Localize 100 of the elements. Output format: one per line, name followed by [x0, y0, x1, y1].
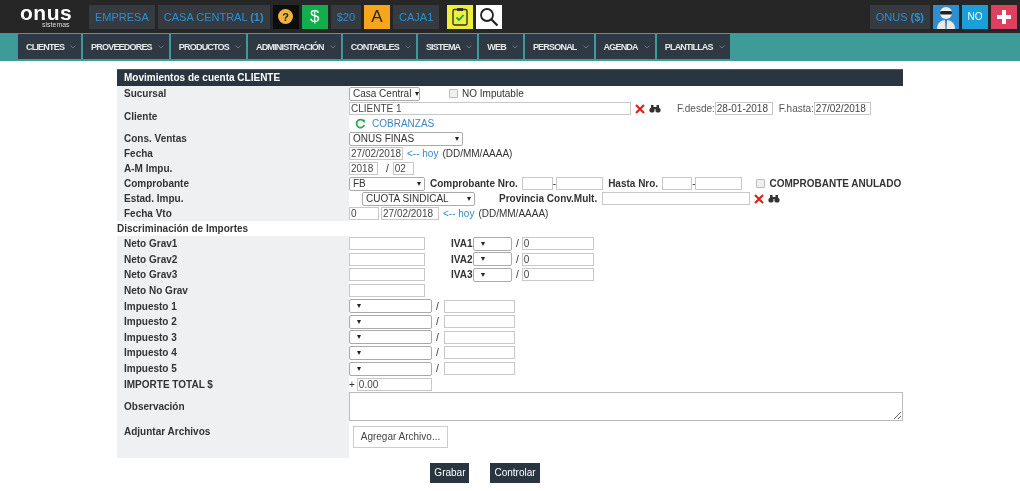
- tax-select[interactable]: [349, 345, 432, 360]
- field-label: Impuesto 4: [117, 345, 349, 361]
- checkbox[interactable]: [449, 89, 458, 98]
- sales-select[interactable]: ONUS FINAS: [349, 131, 463, 146]
- menu-tab[interactable]: PERSONAL: [524, 34, 594, 59]
- plus-sign: +: [349, 378, 355, 390]
- add-button[interactable]: [991, 4, 1017, 29]
- tax-select[interactable]: [349, 361, 432, 376]
- field-label: IVA2: [451, 253, 473, 265]
- menu-tab[interactable]: ADMINISTRACIÓN: [247, 34, 341, 59]
- field-label: A-M Impu.: [117, 161, 349, 176]
- menu-tab[interactable]: PRODUCTOS: [170, 34, 246, 59]
- number-field[interactable]: [521, 177, 553, 190]
- amount-field[interactable]: [349, 284, 425, 298]
- vat-amount-field[interactable]: 0: [521, 268, 594, 282]
- date-from-label: F.desde:: [677, 103, 715, 114]
- today-link[interactable]: <-- hoy: [407, 148, 439, 159]
- checkbox[interactable]: [756, 179, 766, 188]
- checkbox-label: NO Imputable: [462, 88, 524, 99]
- separator: /: [516, 269, 519, 281]
- due-date-field[interactable]: 27/02/2018: [381, 207, 439, 220]
- chevron-down-icon: [466, 44, 473, 49]
- form-title: Movimientos de cuenta CLIENTE: [117, 69, 903, 86]
- menu-tab[interactable]: SISTEMA: [417, 34, 478, 59]
- tax-select[interactable]: [349, 330, 432, 345]
- action-button[interactable]: Controlar: [490, 462, 540, 483]
- separator: /: [516, 238, 519, 250]
- tax-amount-field[interactable]: [443, 346, 515, 360]
- binoculars-icon[interactable]: [768, 194, 781, 203]
- close-icon[interactable]: [754, 193, 765, 204]
- amount-field[interactable]: [349, 252, 425, 266]
- clipboard-check-icon: [452, 7, 469, 26]
- menu-tab[interactable]: AGENDA: [595, 34, 655, 59]
- profile-button[interactable]: [933, 4, 959, 29]
- field-label: IVA1: [451, 238, 473, 250]
- menu-tab[interactable]: PROVEEDORES: [83, 34, 169, 59]
- date-to-field[interactable]: 27/02/2018: [813, 102, 871, 115]
- number-field[interactable]: [662, 177, 693, 190]
- action-button[interactable]: Grabar: [430, 462, 470, 483]
- days-field[interactable]: 0: [349, 207, 379, 220]
- menu-tab[interactable]: CONTABLES: [342, 34, 416, 59]
- cash-letter-button[interactable]: A: [364, 4, 390, 29]
- menu-tab[interactable]: CLIENTES: [18, 34, 82, 59]
- tax-amount-field[interactable]: [443, 299, 515, 313]
- amount-field[interactable]: [349, 268, 425, 282]
- number-field[interactable]: [556, 177, 604, 190]
- vat-amount-field[interactable]: 0: [521, 252, 594, 266]
- vat-select[interactable]: [473, 236, 512, 251]
- date-field[interactable]: 27/02/2018: [349, 147, 403, 160]
- amount-field[interactable]: [349, 237, 425, 251]
- search-button[interactable]: [476, 4, 503, 29]
- separator: -: [552, 178, 557, 189]
- separator: /: [436, 300, 439, 312]
- field-label: Provincia Conv.Mult.: [499, 193, 598, 204]
- branch-select[interactable]: Casa Central: [349, 86, 420, 101]
- menu-tab[interactable]: WEB: [479, 34, 523, 59]
- separator: /: [436, 316, 439, 328]
- field-label: Cliente: [117, 101, 349, 131]
- menu-tab[interactable]: PLANTILLAS: [656, 34, 730, 59]
- refresh-icon[interactable]: [355, 118, 366, 129]
- number-field[interactable]: [695, 177, 743, 190]
- avatar-icon: [935, 4, 957, 29]
- vat-amount-field[interactable]: 0: [521, 237, 594, 251]
- tax-amount-field[interactable]: [443, 330, 515, 344]
- field-label: IMPORTE TOTAL $: [117, 376, 349, 392]
- clipboard-button[interactable]: [447, 4, 474, 29]
- client-field[interactable]: CLIENTE 1: [349, 102, 631, 115]
- field-label: Cons. Ventas: [117, 131, 349, 146]
- tax-select[interactable]: [349, 314, 432, 329]
- chevron-down-icon: [643, 44, 650, 49]
- total-field[interactable]: 0.00: [356, 377, 432, 391]
- binoculars-icon[interactable]: [649, 104, 661, 113]
- today-link[interactable]: <-- hoy: [443, 208, 475, 219]
- date-format-hint: (DD/MM/AAAA): [478, 208, 549, 219]
- vat-select[interactable]: [473, 252, 512, 267]
- field-label: Hasta Nro.: [608, 178, 659, 189]
- tax-amount-field[interactable]: [443, 315, 515, 329]
- province-field[interactable]: [602, 192, 751, 205]
- year-field[interactable]: 2018: [349, 162, 378, 175]
- tax-select[interactable]: [349, 299, 432, 314]
- separator: /: [386, 163, 389, 174]
- date-to-label: F.hasta:: [778, 103, 814, 114]
- notes-field[interactable]: [349, 391, 903, 421]
- field-label: Comprobante: [117, 176, 349, 191]
- field-label: Estad. Impu.: [117, 191, 349, 206]
- field-label: Adjuntar Archivos: [117, 422, 349, 458]
- help-button[interactable]: ?: [272, 4, 299, 29]
- collections-link[interactable]: COBRANZAS: [372, 118, 435, 129]
- month-field[interactable]: 02: [392, 162, 414, 175]
- chevron-down-icon: [234, 44, 241, 49]
- tax-amount-field[interactable]: [443, 362, 515, 376]
- voucher-type-select[interactable]: FB: [349, 176, 425, 191]
- chevron-down-icon: [404, 44, 411, 49]
- close-icon[interactable]: [635, 103, 645, 114]
- chevron-down-icon: [329, 44, 336, 49]
- field-label: Comprobante Nro.: [430, 178, 518, 189]
- date-from-field[interactable]: 28-01-2018: [714, 102, 773, 115]
- vat-select[interactable]: [473, 268, 512, 282]
- add-file-button[interactable]: Agregar Archivo...: [353, 425, 448, 448]
- tax-status-select[interactable]: CUOTA SINDICAL: [362, 191, 475, 206]
